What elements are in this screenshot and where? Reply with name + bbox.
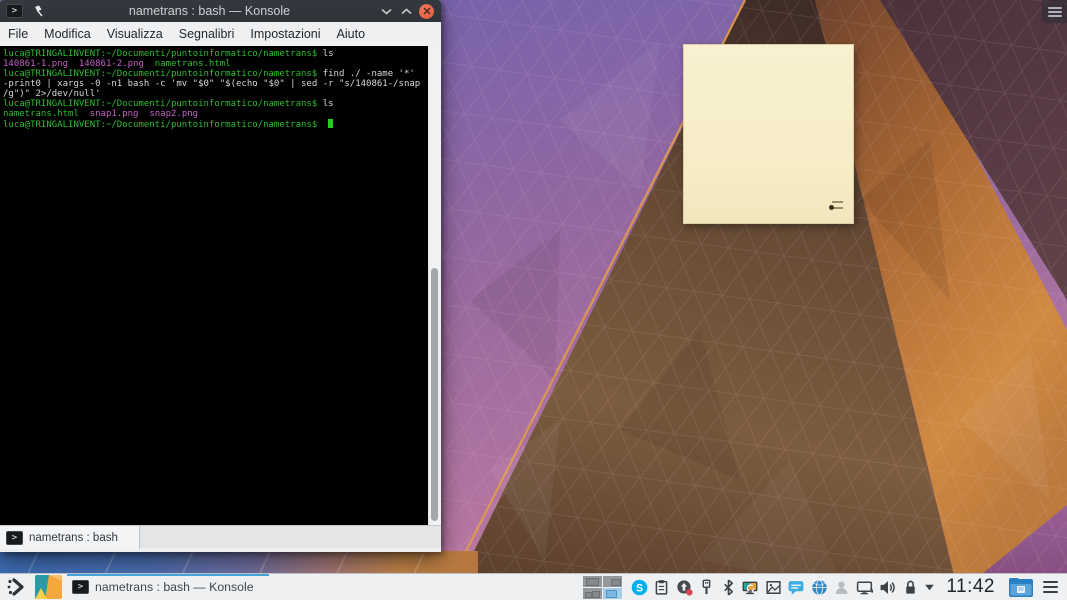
terminal-line: luca@TRINGALINVENT:~/Documenti/puntoinfo… bbox=[3, 119, 428, 130]
konsole-app-icon: > bbox=[6, 4, 23, 18]
terminal-scrollbar[interactable] bbox=[428, 46, 441, 525]
volume-icon[interactable] bbox=[879, 579, 897, 596]
menu-visualizza[interactable]: Visualizza bbox=[99, 27, 171, 41]
terminal-line: luca@TRINGALINVENT:~/Documenti/puntoinfo… bbox=[3, 49, 334, 59]
blue-folder-icon bbox=[1009, 577, 1033, 597]
terminal-line: 140861-1.png 140861-2.png nametrans.html bbox=[3, 59, 231, 69]
system-tray: S bbox=[631, 578, 937, 596]
terminal-line: -print0 | xargs -0 -n1 bash -c 'mv "$0" … bbox=[3, 79, 421, 89]
svg-text:S: S bbox=[636, 582, 643, 594]
pager-desktop-2[interactable] bbox=[602, 575, 622, 587]
konsole-window: > nametrans : bash — Konsole File Modifi… bbox=[0, 0, 441, 552]
pager-desktop-4[interactable] bbox=[602, 587, 622, 599]
desktop: > nametrans : bash — Konsole File Modifi… bbox=[0, 0, 1067, 600]
task-label: nametrans : bash — Konsole bbox=[95, 580, 254, 594]
close-icon bbox=[419, 3, 434, 19]
tab-bar: > nametrans : bash bbox=[0, 525, 441, 549]
window-titlebar[interactable]: > nametrans : bash — Konsole bbox=[0, 0, 441, 22]
screen-share-icon[interactable] bbox=[741, 579, 759, 596]
menu-impostazioni[interactable]: Impostazioni bbox=[242, 27, 328, 41]
menu-modifica[interactable]: Modifica bbox=[36, 27, 99, 41]
terminal-line: luca@TRINGALINVENT:~/Documenti/puntoinfo… bbox=[3, 99, 334, 109]
terminal-line: luca@TRINGALINVENT:~/Documenti/puntoinfo… bbox=[3, 69, 415, 79]
clipboard-icon[interactable] bbox=[653, 579, 670, 596]
pager-desktop-1[interactable] bbox=[582, 575, 602, 587]
menu-bar: File Modifica Visualizza Segnalibri Impo… bbox=[0, 22, 441, 47]
pin-icon[interactable] bbox=[31, 5, 44, 18]
menu-aiuto[interactable]: Aiuto bbox=[329, 27, 374, 41]
expand-chevron-icon[interactable] bbox=[923, 581, 936, 594]
folder-view-button[interactable] bbox=[35, 575, 62, 599]
scrollbar-handle[interactable] bbox=[431, 268, 438, 521]
minimize-button[interactable] bbox=[378, 3, 395, 20]
skype-icon[interactable]: S bbox=[631, 579, 648, 596]
sticky-note-widget[interactable] bbox=[683, 44, 854, 224]
chat-bubble-icon[interactable] bbox=[787, 579, 805, 596]
konsole-tab-icon: > bbox=[6, 530, 23, 545]
virtual-desktop-pager[interactable] bbox=[582, 575, 622, 599]
hamburger-icon bbox=[1043, 581, 1058, 584]
terminal-line: nametrans.html snap1.png snap2.png bbox=[3, 109, 199, 119]
close-button[interactable] bbox=[418, 3, 435, 20]
lock-icon[interactable] bbox=[903, 579, 918, 596]
toolbox-lines-icon bbox=[1047, 6, 1062, 9]
terminal-output[interactable]: luca@TRINGALINVENT:~/Documenti/puntoinfo… bbox=[0, 46, 428, 525]
menu-segnalibri[interactable]: Segnalibri bbox=[171, 27, 243, 41]
konsole-task-icon: > bbox=[72, 580, 89, 594]
tab-nametrans-bash[interactable]: > nametrans : bash bbox=[0, 526, 140, 549]
user-switch-icon[interactable] bbox=[833, 579, 850, 596]
network-globe-icon[interactable] bbox=[811, 579, 828, 596]
terminal-line: /g")" 2>/dev/null' bbox=[3, 89, 101, 99]
bluetooth-icon[interactable] bbox=[721, 578, 736, 596]
terminal-cursor bbox=[327, 119, 333, 128]
menu-file[interactable]: File bbox=[0, 27, 36, 41]
window-title: nametrans : bash — Konsole bbox=[128, 4, 291, 18]
taskbar-task-konsole[interactable]: > nametrans : bash — Konsole bbox=[67, 574, 269, 600]
kde-launcher-icon bbox=[7, 578, 24, 596]
software-update-icon[interactable] bbox=[676, 579, 693, 596]
desktop-toolbox-button[interactable] bbox=[1042, 0, 1067, 23]
tab-label: nametrans : bash bbox=[29, 531, 118, 544]
image-frame-icon[interactable] bbox=[765, 579, 782, 596]
background-window[interactable] bbox=[0, 551, 478, 573]
clock[interactable]: 11:42 bbox=[946, 576, 995, 598]
taskbar-panel: > nametrans : bash — Konsole S 11:42 bbox=[0, 573, 1067, 600]
device-notifier-icon[interactable] bbox=[698, 579, 715, 596]
display-connect-icon[interactable] bbox=[856, 579, 874, 596]
maximize-button[interactable] bbox=[398, 3, 415, 20]
pager-desktop-3[interactable] bbox=[582, 587, 602, 599]
note-resize-handle-icon[interactable] bbox=[829, 200, 843, 211]
app-launcher-button[interactable] bbox=[4, 575, 30, 599]
desktop-thumbnail-icon bbox=[35, 575, 62, 599]
folder-widget-button[interactable] bbox=[1008, 577, 1034, 598]
panel-settings-button[interactable] bbox=[1043, 581, 1058, 593]
